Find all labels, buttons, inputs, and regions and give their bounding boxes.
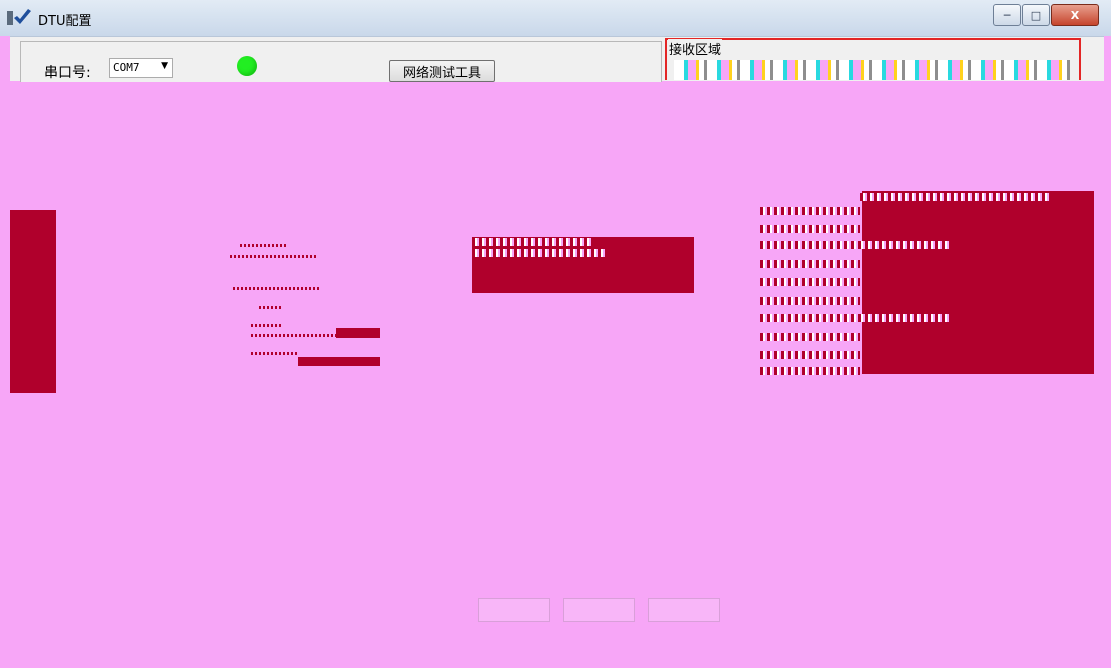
receive-area-content xyxy=(674,60,1070,80)
corrupted-text-fragment xyxy=(251,334,337,337)
maximize-icon: □ xyxy=(1030,8,1042,22)
close-button[interactable]: X xyxy=(1051,4,1099,26)
app-icon xyxy=(7,9,31,25)
port-label: 串口号: xyxy=(44,65,91,81)
chevron-down-icon: ▼ xyxy=(161,61,168,71)
connection-status-indicator xyxy=(237,56,257,76)
corrupted-text-row xyxy=(760,241,950,249)
close-icon: X xyxy=(1070,8,1080,22)
obscured-button[interactable] xyxy=(478,598,550,622)
maximize-button[interactable]: □ xyxy=(1022,4,1050,26)
corrupted-text-fragment xyxy=(259,306,281,309)
minimize-button[interactable]: ─ xyxy=(993,4,1021,26)
corrupted-text-row xyxy=(760,351,860,359)
redacted-region xyxy=(298,357,380,366)
corrupted-text-row xyxy=(760,314,950,322)
receive-area-label: 接收区域 xyxy=(668,39,723,58)
redacted-region xyxy=(862,191,1094,374)
port-select[interactable]: COM7 ▼ xyxy=(109,58,173,78)
corrupted-text-row xyxy=(760,333,860,341)
corrupted-text-row xyxy=(760,297,860,305)
corrupted-text-fragment xyxy=(251,324,281,327)
corrupted-text-row xyxy=(760,225,860,233)
obscured-button[interactable] xyxy=(563,598,635,622)
title-bar: DTU配置 ─ □ X xyxy=(0,0,1111,36)
corrupted-text-row xyxy=(760,367,860,375)
corrupted-text-row xyxy=(472,249,607,257)
corrupted-text-row xyxy=(860,193,1050,201)
obscured-button[interactable] xyxy=(648,598,720,622)
network-test-tool-label: 网络测试工具 xyxy=(402,65,481,81)
corrupted-text-fragment xyxy=(233,287,319,290)
corrupted-text-row xyxy=(760,260,860,268)
corrupted-text-row xyxy=(760,278,860,286)
window-title: DTU配置 xyxy=(38,14,92,29)
corrupted-text-row xyxy=(472,238,592,246)
port-value: COM7 xyxy=(113,61,140,74)
minimize-icon: ─ xyxy=(1003,8,1011,22)
corrupted-text-row xyxy=(760,207,860,215)
redacted-region xyxy=(336,328,380,338)
corrupted-text-fragment xyxy=(240,244,288,247)
network-test-tool-button[interactable]: 网络测试工具 xyxy=(389,60,495,82)
corrupted-text-fragment xyxy=(230,255,316,258)
corrupted-text-fragment xyxy=(251,352,299,355)
redacted-region xyxy=(10,210,56,393)
